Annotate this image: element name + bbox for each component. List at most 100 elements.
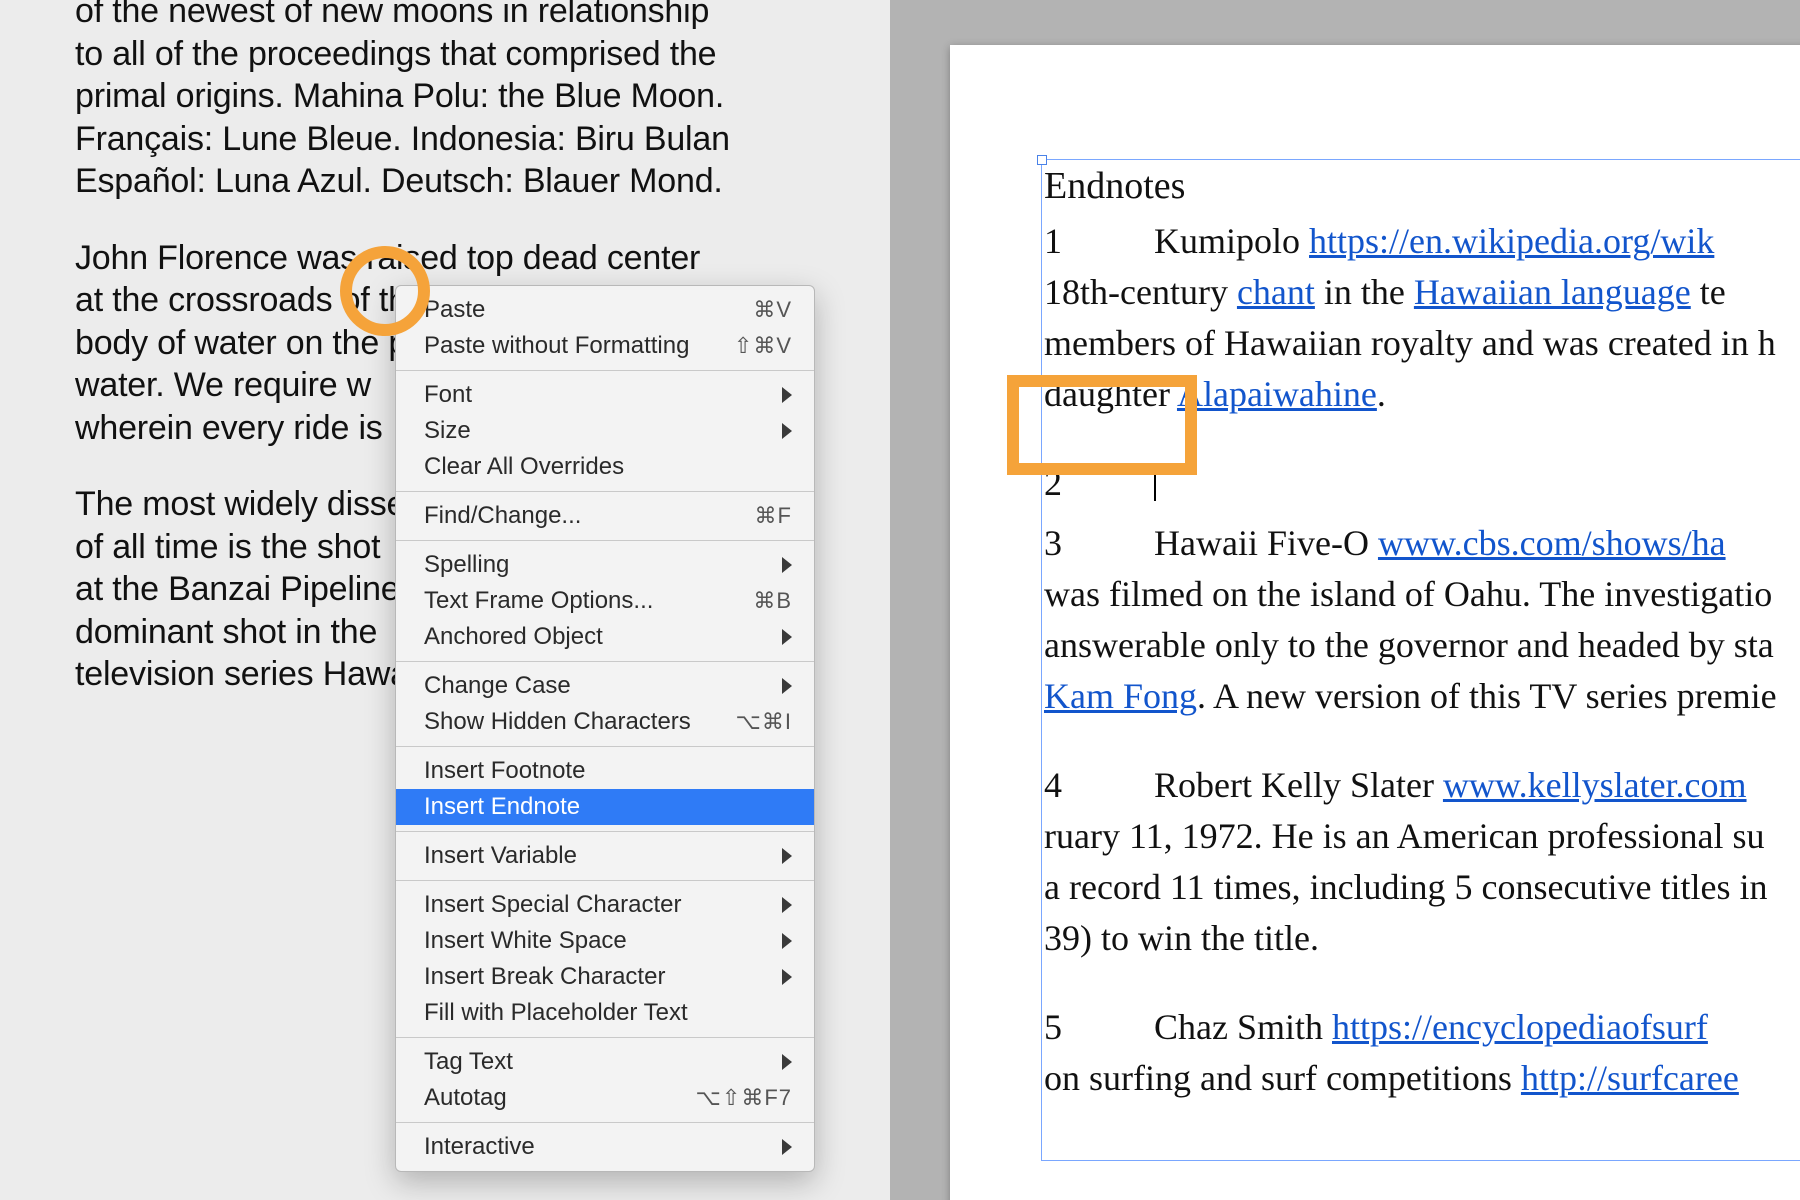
- endnotes-text-frame[interactable]: Endnotes 1 Kumipolo https://en.wikipedia…: [1042, 160, 1800, 1160]
- menu-label: Font: [424, 381, 472, 409]
- chevron-right-icon: [782, 557, 792, 573]
- endnote-link[interactable]: chant: [1237, 272, 1315, 312]
- menu-insert-break-character[interactable]: Insert Break Character: [396, 959, 814, 995]
- menu-text-frame-options[interactable]: Text Frame Options... ⌘B: [396, 583, 814, 619]
- menu-shortcut: ⌥⇧⌘F7: [696, 1085, 792, 1111]
- endnote-link[interactable]: Alapaiwahine: [1177, 374, 1377, 414]
- endnote-text: Hawaii Five-O: [1154, 523, 1378, 563]
- menu-anchored-object[interactable]: Anchored Object: [396, 619, 814, 655]
- menu-label: Clear All Overrides: [424, 453, 624, 481]
- menu-label: Insert White Space: [424, 927, 627, 955]
- chevron-right-icon: [782, 933, 792, 949]
- endnote-link[interactable]: http://surfcaree: [1521, 1058, 1739, 1098]
- menu-separator: [396, 880, 814, 881]
- menu-label: Insert Variable: [424, 842, 577, 870]
- chevron-right-icon: [782, 629, 792, 645]
- document-page[interactable]: Endnotes 1 Kumipolo https://en.wikipedia…: [950, 45, 1800, 1200]
- chevron-right-icon: [782, 387, 792, 403]
- endnote-text: on surfing and surf competitions: [1044, 1058, 1521, 1098]
- endnote-number: 5: [1044, 1002, 1154, 1053]
- menu-change-case[interactable]: Change Case: [396, 668, 814, 704]
- menu-size[interactable]: Size: [396, 413, 814, 449]
- chevron-right-icon: [782, 1054, 792, 1070]
- endnote-3[interactable]: 3 Hawaii Five-O www.cbs.com/shows/ha was…: [1044, 518, 1800, 722]
- menu-show-hidden-characters[interactable]: Show Hidden Characters ⌥⌘I: [396, 704, 814, 740]
- menu-separator: [396, 491, 814, 492]
- menu-shortcut: ⇧⌘V: [734, 333, 792, 359]
- menu-shortcut: ⌥⌘I: [736, 709, 792, 735]
- endnote-link[interactable]: Hawaiian language: [1414, 272, 1691, 312]
- menu-label: Anchored Object: [424, 623, 603, 651]
- endnote-text: Kumipolo: [1154, 221, 1309, 261]
- menu-find-change[interactable]: Find/Change... ⌘F: [396, 498, 814, 534]
- endnote-text: ruary 11, 1972. He is an American profes…: [1044, 811, 1800, 862]
- menu-insert-variable[interactable]: Insert Variable: [396, 838, 814, 874]
- menu-autotag[interactable]: Autotag ⌥⇧⌘F7: [396, 1080, 814, 1116]
- menu-label: Paste: [424, 296, 485, 324]
- menu-label: Fill with Placeholder Text: [424, 999, 688, 1027]
- endnote-number: 3: [1044, 518, 1154, 569]
- menu-label: Interactive: [424, 1133, 535, 1161]
- pasteboard: Endnotes 1 Kumipolo https://en.wikipedia…: [890, 0, 1800, 1200]
- menu-label: Spelling: [424, 551, 509, 579]
- chevron-right-icon: [782, 897, 792, 913]
- endnote-link[interactable]: https://encyclopediaofsurf: [1332, 1007, 1708, 1047]
- menu-shortcut: ⌘V: [753, 297, 792, 323]
- menu-tag-text[interactable]: Tag Text: [396, 1044, 814, 1080]
- endnote-5[interactable]: 5 Chaz Smith https://encyclopediaofsurf …: [1044, 1002, 1800, 1104]
- menu-label: Show Hidden Characters: [424, 708, 691, 736]
- endnote-text: members of Hawaiian royalty and was crea…: [1044, 318, 1800, 369]
- menu-label: Change Case: [424, 672, 571, 700]
- endnote-text: a record 11 times, including 5 consecuti…: [1044, 862, 1800, 913]
- endnote-link[interactable]: www.cbs.com/shows/ha: [1378, 523, 1726, 563]
- endnote-link[interactable]: Kam Fong: [1044, 676, 1197, 716]
- endnote-link[interactable]: https://en.wikipedia.org/wik: [1309, 221, 1714, 261]
- menu-separator: [396, 831, 814, 832]
- chevron-right-icon: [782, 423, 792, 439]
- menu-paste-without-formatting[interactable]: Paste without Formatting ⇧⌘V: [396, 328, 814, 364]
- menu-insert-white-space[interactable]: Insert White Space: [396, 923, 814, 959]
- chevron-right-icon: [782, 678, 792, 694]
- menu-fill-placeholder-text[interactable]: Fill with Placeholder Text: [396, 995, 814, 1031]
- body-paragraph-1[interactable]: of the newest of new moons in relationsh…: [75, 0, 775, 203]
- menu-label: Insert Endnote: [424, 793, 580, 821]
- context-menu[interactable]: Paste ⌘V Paste without Formatting ⇧⌘V Fo…: [395, 285, 815, 1172]
- endnote-4[interactable]: 4 Robert Kelly Slater www.kellyslater.co…: [1044, 760, 1800, 964]
- menu-label: Insert Footnote: [424, 757, 585, 785]
- endnote-text: in the: [1315, 272, 1414, 312]
- menu-font[interactable]: Font: [396, 377, 814, 413]
- menu-spelling[interactable]: Spelling: [396, 547, 814, 583]
- frame-handle-top-left[interactable]: [1037, 155, 1047, 165]
- endnote-number: 4: [1044, 760, 1154, 811]
- endnote-number: 1: [1044, 216, 1154, 267]
- menu-interactive[interactable]: Interactive: [396, 1129, 814, 1165]
- menu-shortcut: ⌘F: [755, 503, 792, 529]
- endnote-text: daughter: [1044, 374, 1177, 414]
- endnote-link[interactable]: www.kellyslater.com: [1443, 765, 1747, 805]
- menu-label: Find/Change...: [424, 502, 581, 530]
- menu-paste[interactable]: Paste ⌘V: [396, 292, 814, 328]
- endnote-2[interactable]: 2: [1044, 458, 1800, 509]
- endnote-text: 18th-century: [1044, 272, 1237, 312]
- menu-clear-overrides[interactable]: Clear All Overrides: [396, 449, 814, 485]
- menu-shortcut: ⌘B: [753, 588, 792, 614]
- menu-label: Tag Text: [424, 1048, 513, 1076]
- menu-separator: [396, 1037, 814, 1038]
- endnote-text: .: [1377, 374, 1386, 414]
- menu-separator: [396, 540, 814, 541]
- endnote-text: Robert Kelly Slater: [1154, 765, 1443, 805]
- endnote-text: was filmed on the island of Oahu. The in…: [1044, 569, 1800, 620]
- endnote-text: 39) to win the title.: [1044, 913, 1800, 964]
- endnote-text: Chaz Smith: [1154, 1007, 1332, 1047]
- endnote-text: . A new version of this TV series premie: [1197, 676, 1777, 716]
- menu-insert-footnote[interactable]: Insert Footnote: [396, 753, 814, 789]
- text-cursor: [1154, 463, 1156, 501]
- endnotes-heading: Endnotes: [1044, 160, 1800, 214]
- menu-insert-special-character[interactable]: Insert Special Character: [396, 887, 814, 923]
- endnote-1[interactable]: 1 Kumipolo https://en.wikipedia.org/wik …: [1044, 216, 1800, 420]
- chevron-right-icon: [782, 848, 792, 864]
- menu-label: Insert Special Character: [424, 891, 681, 919]
- menu-separator: [396, 746, 814, 747]
- menu-insert-endnote[interactable]: Insert Endnote: [396, 789, 814, 825]
- menu-separator: [396, 661, 814, 662]
